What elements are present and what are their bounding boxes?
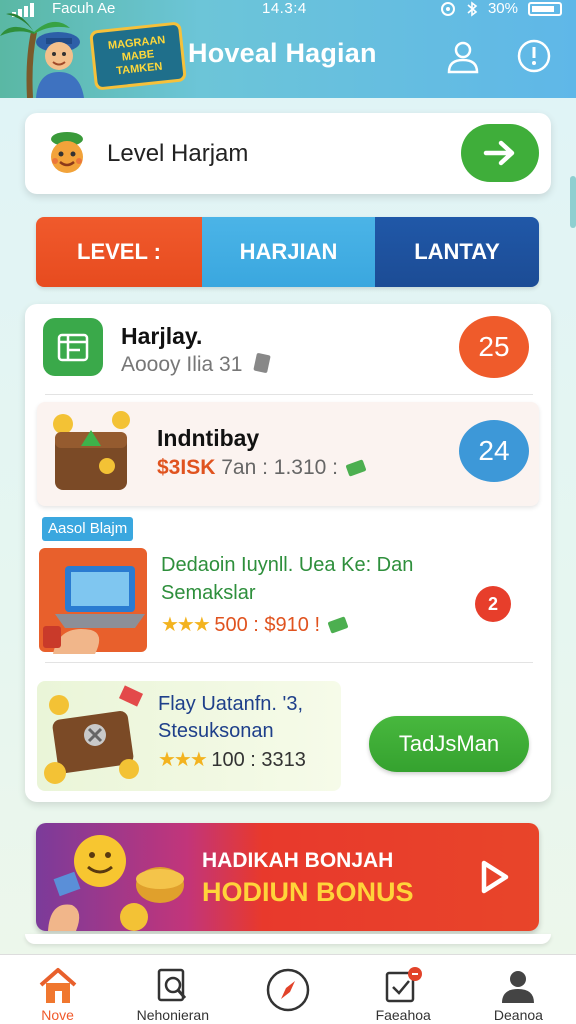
search-document-icon (157, 968, 186, 1002)
list-item[interactable]: Dedaoin Iuynll. Uea Ke: Dan Semakslar ★★… (25, 542, 551, 660)
nav-profile[interactable]: Deanoa (461, 955, 576, 1024)
app-header: Facuh Ae 14.3:4 30% MAGRAAN MABE TAMKEN … (0, 0, 576, 98)
go-button[interactable] (461, 124, 539, 182)
item-meta: $3ISK 7an : 1.310 : (157, 456, 368, 480)
divider (45, 662, 533, 663)
bottom-nav: Nove Nehonieran Faeahoa Deanoa (0, 954, 576, 1024)
task-list: Harjlay. Aoooy Ilia 31 25 Indntibay $3IS… (25, 304, 551, 802)
alert-badge: 2 (475, 586, 511, 622)
home-icon (39, 968, 76, 1003)
item-subtitle: Semakslar (161, 582, 256, 604)
star-rating-icon: ★★★ (158, 749, 208, 771)
mascot-face-icon (51, 132, 83, 173)
tab-level[interactable]: LEVEL : (36, 217, 202, 287)
item-title: Indntibay (157, 425, 260, 451)
item-title: Harjlay. (121, 323, 203, 349)
info-icon[interactable] (516, 38, 552, 74)
item-subtitle: Aoooy Ilia 31 (121, 352, 272, 377)
arrow-right-icon (483, 140, 515, 166)
banner-footer (25, 934, 551, 944)
brand-logo: MAGRAAN MABE TAMKEN (89, 21, 187, 91)
tab-bar: LEVEL : HARJIAN LANTAY (36, 217, 539, 287)
location-icon (440, 1, 455, 16)
laptop-promo-icon (39, 548, 147, 654)
calendar-icon (57, 333, 89, 362)
bluetooth-icon (467, 0, 478, 17)
coin-wallet-icon (44, 685, 144, 784)
bonus-banner[interactable]: HADIKAH BONJAH HODIUN BONUS (36, 823, 539, 931)
wallet-icon (53, 411, 130, 490)
divider (45, 394, 533, 395)
profile-icon (502, 971, 535, 1003)
nav-search[interactable]: Nehonieran (115, 955, 230, 1024)
nav-compass[interactable] (230, 955, 345, 1024)
bonus-art-icon (48, 835, 184, 931)
compass-icon (266, 968, 310, 1012)
task-icon (385, 967, 423, 1003)
status-bar: Facuh Ae 14.3:4 30% (0, 0, 576, 20)
scrollbar[interactable] (570, 176, 576, 228)
list-item[interactable]: Harjlay. Aoooy Ilia 31 25 (25, 304, 551, 394)
star-rating-icon: ★★★ (161, 614, 211, 636)
battery-icon (528, 1, 562, 16)
user-icon[interactable] (445, 38, 481, 74)
mascot-avatar (36, 32, 84, 98)
list-item[interactable]: Indntibay $3ISK 7an : 1.310 : 24 (37, 402, 539, 506)
tab-harjian[interactable]: HARJIAN (202, 217, 375, 287)
banner-line-1: HADIKAH BONJAH (202, 849, 394, 872)
item-title: Flay Uatanfn. '3, (158, 693, 303, 715)
count-badge: 24 (459, 420, 529, 482)
level-card[interactable]: Level Harjam (25, 113, 551, 194)
cash-icon (327, 616, 348, 634)
app-title: Hoveal Hagian (188, 38, 377, 68)
cash-icon (345, 459, 366, 477)
clock: 14.3:4 (262, 0, 307, 17)
promo-tag: Aasol Blajm (42, 517, 134, 541)
level-label: Level Harjam (107, 140, 249, 167)
nav-home[interactable]: Nove (0, 955, 115, 1024)
item-title: Dedaoin Iuynll. Uea Ke: Dan (161, 554, 414, 576)
play-icon[interactable] (472, 855, 516, 899)
item-meta: ★★★ 100 : 3313 (158, 749, 306, 771)
nav-tasks[interactable]: Faeahoa (346, 955, 461, 1024)
play-button[interactable]: TadJsMan (369, 716, 529, 772)
tab-lantay[interactable]: LANTAY (375, 217, 539, 287)
item-meta: ★★★ 500 : $910 ! (161, 612, 350, 637)
banner-line-2: HODIUN BONUS (202, 877, 414, 907)
app-icon (43, 318, 103, 376)
count-badge: 25 (459, 316, 529, 378)
item-subtitle: Stesuksonan (158, 720, 274, 742)
ticket-icon (253, 353, 271, 373)
battery-percent: 30% (487, 0, 518, 17)
